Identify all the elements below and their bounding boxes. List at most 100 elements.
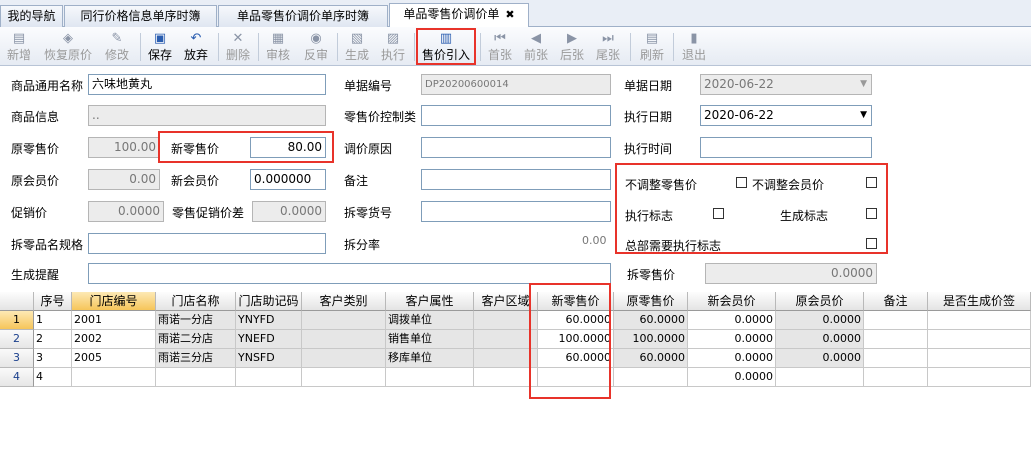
grid-cell-new-retail[interactable] [538, 368, 614, 387]
promo-diff-field[interactable]: 0.0000 [252, 201, 326, 222]
grid-cell-cat[interactable] [302, 368, 386, 387]
retail-ctrl-field[interactable] [421, 105, 611, 126]
col-seq[interactable]: 序号 [34, 292, 72, 311]
col-store-name[interactable]: 门店名称 [156, 292, 236, 311]
row-number[interactable]: 1 [0, 311, 34, 330]
last-button[interactable]: ⏭ 尾张 [592, 29, 624, 64]
grid-cell-mnem[interactable]: YNEFD [236, 330, 302, 349]
grid-cell-tag[interactable] [928, 368, 1031, 387]
adjust-reason-field[interactable] [421, 137, 611, 158]
grid-cell-orig-retail[interactable]: 100.0000 [614, 330, 688, 349]
split-spec-field[interactable] [88, 233, 326, 254]
grid-cell-code[interactable] [72, 368, 156, 387]
grid-cell-new-member[interactable]: 0.0000 [688, 368, 776, 387]
col-customer-category[interactable]: 客户类别 [302, 292, 386, 311]
grid-cell-new-retail[interactable]: 60.0000 [538, 349, 614, 368]
grid-cell-remark[interactable] [864, 330, 928, 349]
grid-cell-orig-retail[interactable]: 60.0000 [614, 311, 688, 330]
grid-cell-new-retail[interactable]: 100.0000 [538, 330, 614, 349]
grid-cell-attr[interactable] [386, 368, 474, 387]
promo-field[interactable]: 0.0000 [88, 201, 164, 222]
grid-cell-new-member[interactable]: 0.0000 [688, 311, 776, 330]
grid-cell-attr[interactable]: 销售单位 [386, 330, 474, 349]
grid-cell-area[interactable] [474, 368, 538, 387]
tab-my-nav[interactable]: 我的导航 [0, 5, 63, 27]
grid-cell-tag[interactable] [928, 349, 1031, 368]
col-new-member[interactable]: 新会员价 [688, 292, 776, 311]
exec-date-field[interactable]: 2020-06-22 ▼ [700, 105, 872, 126]
grid-cell-seq[interactable]: 4 [34, 368, 72, 387]
close-icon[interactable]: ✖ [505, 8, 514, 21]
no-adj-member-checkbox[interactable] [866, 177, 877, 188]
orig-member-field[interactable]: 0.00 [88, 169, 160, 190]
grid-cell-orig-retail[interactable]: 60.0000 [614, 349, 688, 368]
grid-cell-code[interactable]: 2002 [72, 330, 156, 349]
col-orig-retail[interactable]: 原零售价 [614, 292, 688, 311]
col-customer-attr[interactable]: 客户属性 [386, 292, 474, 311]
new-member-field[interactable]: 0.000000 [250, 169, 326, 190]
unreview-button[interactable]: ◉ 反审 [300, 29, 332, 64]
save-button[interactable]: ▣ 保存 [144, 29, 176, 64]
next-button[interactable]: ▶ 后张 [556, 29, 588, 64]
row-number[interactable]: 4 [0, 368, 34, 387]
row-number[interactable]: 3 [0, 349, 34, 368]
new-retail-field[interactable]: 80.00 [250, 137, 326, 158]
grid-cell-remark[interactable] [864, 368, 928, 387]
grid-cell-orig-member[interactable]: 0.0000 [776, 311, 864, 330]
grid-cell-code[interactable]: 2005 [72, 349, 156, 368]
grid-cell-tag[interactable] [928, 311, 1031, 330]
grid-cell-area[interactable] [474, 330, 538, 349]
col-gen-tag[interactable]: 是否生成价签 [928, 292, 1031, 311]
col-orig-member[interactable]: 原会员价 [776, 292, 864, 311]
tab-retail-adjust-doc[interactable]: 单品零售价调价单 ✖ [389, 3, 529, 28]
exit-button[interactable]: ▮ 退出 [678, 29, 710, 64]
grid-cell-name[interactable]: 雨诺三分店 [156, 349, 236, 368]
grid-cell-orig-member[interactable]: 0.0000 [776, 349, 864, 368]
refresh-button[interactable]: ▤ 刷新 [636, 29, 668, 64]
execute-button[interactable]: ▨ 执行 [377, 29, 409, 64]
grid-cell-name[interactable]: 雨诺二分店 [156, 330, 236, 349]
grid-cell-attr[interactable]: 调拨单位 [386, 311, 474, 330]
doc-no-field[interactable]: DP20200600014 [421, 74, 611, 95]
grid-cell-new-member[interactable]: 0.0000 [688, 349, 776, 368]
product-name-field[interactable]: 六味地黄丸 [88, 74, 326, 95]
grid-cell-seq[interactable]: 1 [34, 311, 72, 330]
new-button[interactable]: ▤ 新增 [2, 29, 36, 64]
chevron-down-icon[interactable]: ▼ [860, 106, 867, 125]
grid-cell-mnem[interactable] [236, 368, 302, 387]
col-new-retail[interactable]: 新零售价 [538, 292, 614, 311]
remark-field[interactable] [421, 169, 611, 190]
restore-price-button[interactable]: ◈ 恢复原价 [42, 29, 94, 64]
gen-remind-field[interactable] [88, 263, 611, 284]
review-button[interactable]: ▦ 审核 [262, 29, 294, 64]
grid-cell-new-member[interactable]: 0.0000 [688, 330, 776, 349]
grid-cell-orig-member[interactable]: 0.0000 [776, 330, 864, 349]
split-retail-field[interactable]: 0.0000 [705, 263, 877, 284]
product-info-field[interactable]: .. [88, 105, 326, 126]
exec-time-field[interactable] [700, 137, 872, 158]
hq-exec-checkbox[interactable] [866, 238, 877, 249]
orig-retail-field[interactable]: 100.00 [88, 137, 160, 158]
exec-flag-checkbox[interactable] [713, 208, 724, 219]
grid-cell-area[interactable] [474, 311, 538, 330]
chevron-down-icon[interactable]: ▼ [860, 75, 867, 94]
price-import-button[interactable]: ▥ 售价引入 [420, 29, 472, 64]
grid-cell-cat[interactable] [302, 330, 386, 349]
tab-retail-adjust-list[interactable]: 单品零售价调价单序时簿 [218, 5, 388, 27]
grid-cell-tag[interactable] [928, 330, 1031, 349]
grid-cell-name[interactable] [156, 368, 236, 387]
grid-cell-orig-retail[interactable] [614, 368, 688, 387]
prev-button[interactable]: ◀ 前张 [520, 29, 552, 64]
doc-date-field[interactable]: 2020-06-22 ▼ [700, 74, 872, 95]
gen-flag-checkbox[interactable] [866, 208, 877, 219]
grid-cell-name[interactable]: 雨诺一分店 [156, 311, 236, 330]
discard-button[interactable]: ↶ 放弃 [180, 29, 212, 64]
grid-cell-code[interactable]: 2001 [72, 311, 156, 330]
grid-cell-seq[interactable]: 3 [34, 349, 72, 368]
grid-cell-cat[interactable] [302, 349, 386, 368]
generate-button[interactable]: ▧ 生成 [341, 29, 373, 64]
tab-peer-price-list[interactable]: 同行价格信息单序时簿 [64, 5, 217, 27]
grid-cell-cat[interactable] [302, 311, 386, 330]
grid-cell-attr[interactable]: 移库单位 [386, 349, 474, 368]
col-store-code[interactable]: 门店编号 [72, 292, 156, 311]
